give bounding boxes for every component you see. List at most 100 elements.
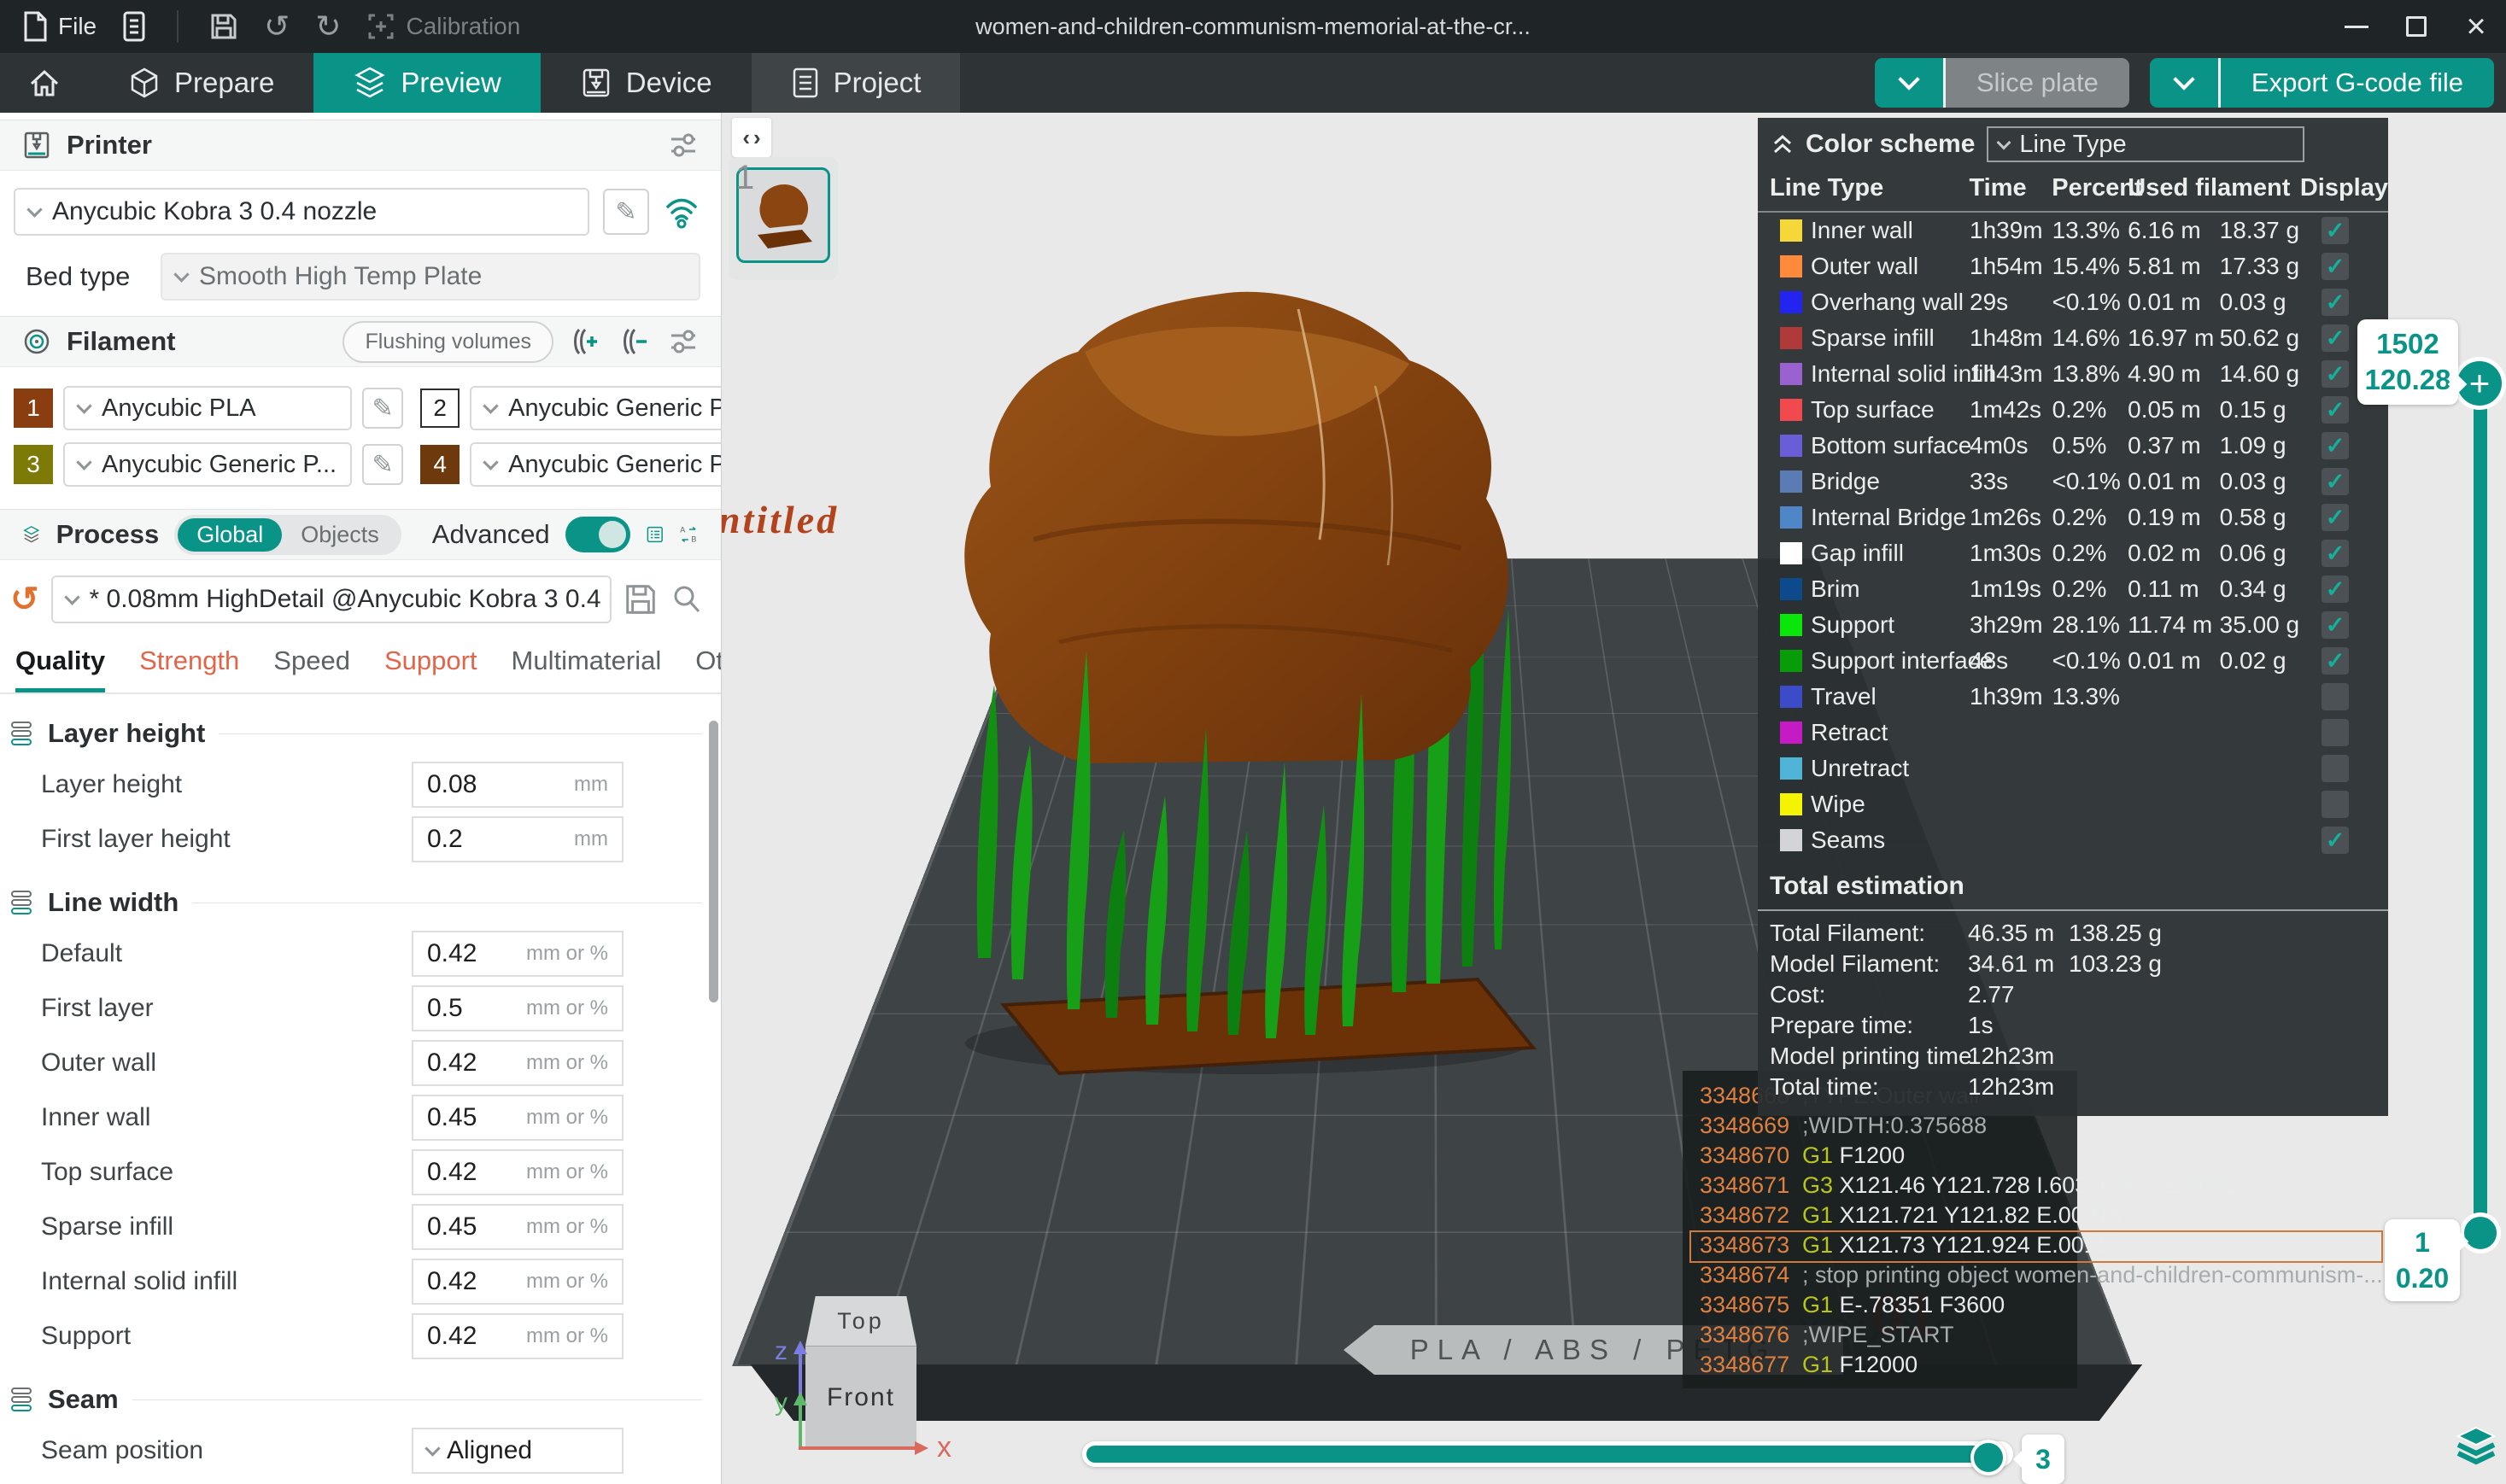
gcode-viewer[interactable]: 3348668;TYPE:Outer wall3348669;WIDTH:0.3…	[1683, 1071, 2077, 1388]
display-checkbox[interactable]: ✓	[2322, 540, 2349, 567]
display-checkbox[interactable]: ✓	[2322, 575, 2349, 603]
slice-plate-button[interactable]: Slice plate	[1875, 58, 2129, 108]
sidebar-scrollbar[interactable]	[709, 721, 718, 1002]
redo-button[interactable]: ↻	[315, 11, 341, 42]
gcode-line[interactable]: 3348673G1 X121.73 Y121.924 E.00119	[1683, 1230, 2077, 1260]
view-cube[interactable]: Top Front z y x	[770, 1296, 975, 1472]
plate-thumbnail-card[interactable]: 1	[729, 157, 838, 280]
process-tab-strength[interactable]: Strength	[139, 646, 239, 692]
display-checkbox[interactable]: ✓	[2322, 647, 2349, 675]
wifi-icon[interactable]	[663, 195, 700, 229]
tab-home[interactable]	[0, 53, 89, 113]
display-checkbox[interactable]: ✓	[2322, 360, 2349, 388]
move-slider-track[interactable]: 3	[1082, 1441, 2013, 1467]
tab-device[interactable]: Device	[541, 53, 752, 113]
gcode-line[interactable]: 3348672G1 X121.721 Y121.82 E.00316	[1683, 1201, 2077, 1230]
gcode-line[interactable]: 3348671G3 X121.46 Y121.728 I.603 J-.977 …	[1683, 1171, 2077, 1201]
undo-button[interactable]: ↺	[264, 11, 290, 42]
slice-dropdown-button[interactable]	[1875, 58, 1943, 108]
layer-slider-bottom-handle[interactable]	[2460, 1212, 2501, 1253]
layers-stack-icon[interactable]	[2455, 1426, 2497, 1465]
remove-filament-icon[interactable]	[618, 324, 653, 359]
collapse-plate-list-button[interactable]: ‹›	[732, 118, 771, 157]
reset-profile-icon[interactable]: ↺	[10, 582, 39, 616]
process-scope-toggle[interactable]: Global Objects	[174, 515, 401, 555]
display-checkbox[interactable]: ✓	[2322, 432, 2349, 459]
filament-select[interactable]: Anycubic PLA	[63, 386, 352, 430]
gcode-line[interactable]: 3348675G1 E-.78351 F3600	[1683, 1290, 2077, 1320]
setting-input[interactable]: 0.42mm or %	[412, 1149, 624, 1195]
gcode-line[interactable]: 3348674; stop printing object women-and-…	[1683, 1260, 2077, 1290]
scope-objects[interactable]: Objects	[282, 518, 398, 552]
filament-select[interactable]: Anycubic Generic P...	[63, 442, 352, 487]
display-checkbox[interactable]: ✓	[2322, 827, 2349, 854]
minimize-button[interactable]	[2327, 0, 2386, 53]
display-checkbox[interactable]: ✓	[2322, 324, 2349, 352]
display-checkbox[interactable]: ✓	[2322, 504, 2349, 531]
display-checkbox[interactable]: ✓	[2322, 217, 2349, 244]
printer-settings-icon[interactable]	[668, 130, 699, 161]
tab-project[interactable]: Project	[752, 53, 961, 113]
layer-slider-track[interactable]	[2474, 400, 2487, 1235]
color-scheme-select[interactable]: Line Type	[1987, 126, 2304, 162]
export-gcode-button[interactable]: Export G-code file	[2150, 58, 2494, 108]
process-tab-support[interactable]: Support	[384, 646, 477, 692]
gcode-line[interactable]: 3348677G1 F12000	[1683, 1350, 2077, 1380]
tab-preview[interactable]: Preview	[313, 53, 540, 113]
edit-printer-button[interactable]: ✎	[603, 189, 649, 235]
setting-input[interactable]: 0.08mm	[412, 762, 624, 808]
scope-global[interactable]: Global	[178, 518, 282, 552]
maximize-button[interactable]	[2386, 0, 2446, 53]
calibration-button[interactable]: Calibration	[366, 12, 520, 41]
setting-input[interactable]: 0.42mm or %	[412, 931, 624, 977]
param-list-icon[interactable]	[646, 519, 665, 550]
setting-select[interactable]: Aligned	[412, 1428, 624, 1474]
gcode-line[interactable]: 3348676;WIPE_START	[1683, 1320, 2077, 1350]
display-checkbox[interactable]	[2322, 719, 2349, 746]
advanced-toggle[interactable]	[565, 517, 630, 552]
display-checkbox[interactable]	[2322, 755, 2349, 782]
search-icon[interactable]	[670, 582, 704, 616]
display-checkbox[interactable]: ✓	[2322, 468, 2349, 495]
close-button[interactable]: ×	[2446, 0, 2506, 53]
tab-prepare[interactable]: Prepare	[89, 53, 313, 113]
setting-input[interactable]: 0.42mm or %	[412, 1313, 624, 1359]
file-menu[interactable]: File	[22, 11, 97, 42]
compare-ab-icon[interactable]: AB	[679, 519, 699, 550]
setting-input[interactable]: 0.42mm or %	[412, 1259, 624, 1305]
export-dropdown-button[interactable]	[2150, 58, 2218, 108]
display-checkbox[interactable]: ✓	[2322, 253, 2349, 280]
setting-input[interactable]: 0.42mm or %	[412, 1040, 624, 1086]
display-checkbox[interactable]	[2322, 683, 2349, 710]
setting-input[interactable]: 0.5mm or %	[412, 985, 624, 1031]
display-checkbox[interactable]: ✓	[2322, 396, 2349, 424]
display-checkbox[interactable]	[2322, 791, 2349, 818]
gcode-line[interactable]: 3348670G1 F1200	[1683, 1141, 2077, 1171]
filament-settings-icon[interactable]	[668, 326, 699, 357]
view-cube-front[interactable]: Front	[805, 1346, 916, 1448]
edit-filament-button[interactable]: ✎	[362, 444, 403, 485]
flushing-volumes-button[interactable]: Flushing volumes	[343, 321, 553, 363]
save-button[interactable]	[209, 12, 238, 41]
move-slider-handle[interactable]	[1970, 1440, 2006, 1475]
setting-input[interactable]: 0.45mm or %	[412, 1095, 624, 1141]
process-tab-speed[interactable]: Speed	[273, 646, 350, 692]
filament-select[interactable]: Anycubic Generic P...	[470, 442, 722, 487]
notes-button[interactable]	[122, 11, 146, 42]
edit-filament-button[interactable]: ✎	[362, 388, 403, 429]
process-tab-multimaterial[interactable]: Multimaterial	[512, 646, 662, 692]
printer-select[interactable]: Anycubic Kobra 3 0.4 nozzle	[14, 188, 589, 236]
process-tab-quality[interactable]: Quality	[15, 646, 105, 692]
save-profile-icon[interactable]	[624, 582, 658, 616]
add-filament-icon[interactable]	[569, 324, 603, 359]
display-checkbox[interactable]: ✓	[2322, 611, 2349, 639]
process-tab-others[interactable]: Others	[695, 646, 722, 692]
setting-input[interactable]: 0.45mm or %	[412, 1204, 624, 1250]
display-checkbox[interactable]: ✓	[2322, 289, 2349, 316]
view-cube-top[interactable]: Top	[805, 1296, 916, 1346]
setting-input[interactable]: 0.2mm	[412, 816, 624, 862]
profile-select[interactable]: * 0.08mm HighDetail @Anycubic Kobra 3 0.…	[51, 575, 612, 623]
filament-select[interactable]: Anycubic Generic P...	[470, 386, 722, 430]
bed-type-select[interactable]: Smooth High Temp Plate	[161, 253, 700, 301]
collapse-panel-icon[interactable]	[1770, 131, 1795, 157]
